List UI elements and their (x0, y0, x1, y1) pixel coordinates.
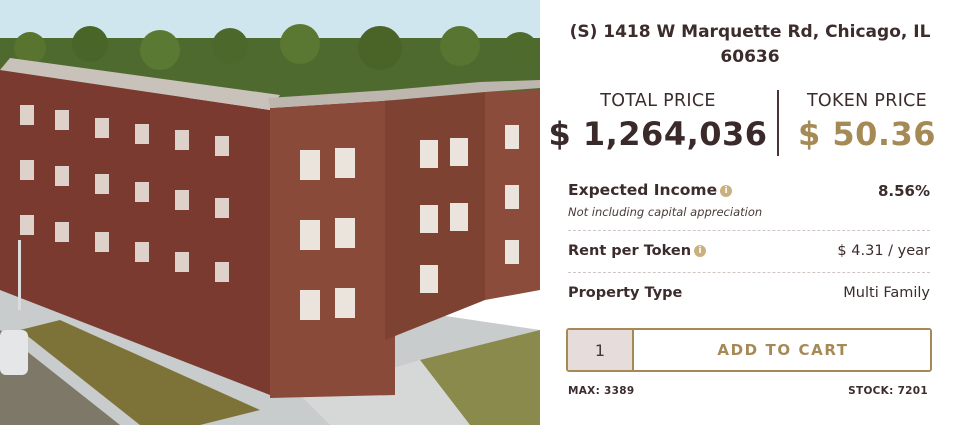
info-icon[interactable]: i (694, 245, 707, 257)
rent-per-token-value: $ 4.31 / year (837, 243, 930, 259)
price-summary: TOTAL PRICE $ 1,264,036 TOKEN PRICE $ 50… (540, 90, 956, 160)
property-type-value: Multi Family (843, 285, 930, 301)
expected-income-label: Expected Income (568, 181, 718, 199)
rent-per-token-row: Rent per Token i $ 4.31 / year (568, 231, 930, 273)
property-photo[interactable] (0, 0, 540, 425)
property-details-panel: (S) 1418 W Marquette Rd, Chicago, IL 606… (540, 0, 956, 425)
token-price-value: $ 50.36 (797, 115, 937, 153)
property-type-label: Property Type (568, 285, 683, 301)
expected-income-value: 8.56% (877, 182, 930, 200)
total-price-label: TOTAL PRICE (600, 91, 716, 111)
rent-per-token-label: Rent per Token (568, 243, 692, 259)
property-type-row: Property Type Multi Family (568, 273, 930, 314)
quantity-input[interactable] (568, 330, 634, 370)
expected-income-label-wrap: Expected Income i (568, 181, 733, 199)
max-quantity: MAX: 3389 (568, 385, 635, 397)
info-icon[interactable]: i (720, 184, 733, 197)
property-details-list: Expected Income i 8.56% Not including cap… (568, 172, 930, 314)
add-to-cart-group: ADD TO CART (566, 328, 932, 372)
token-price-block: TOKEN PRICE $ 50.36 (778, 90, 956, 156)
expected-income-row: Expected Income i 8.56% Not including cap… (568, 172, 930, 231)
property-address: (S) 1418 W Marquette Rd, Chicago, IL 606… (569, 22, 931, 67)
total-price-block: TOTAL PRICE $ 1,264,036 (540, 90, 776, 156)
token-price-label: TOKEN PRICE (806, 91, 928, 111)
property-card: (S) 1418 W Marquette Rd, Chicago, IL 606… (0, 0, 956, 425)
stock-count: STOCK: 7201 (848, 385, 928, 397)
expected-income-note: Not including capital appreciation (568, 205, 763, 219)
rent-per-token-label-wrap: Rent per Token i (568, 243, 707, 259)
total-price-value: $ 1,264,036 (548, 115, 768, 153)
add-to-cart-button[interactable]: ADD TO CART (636, 330, 930, 370)
